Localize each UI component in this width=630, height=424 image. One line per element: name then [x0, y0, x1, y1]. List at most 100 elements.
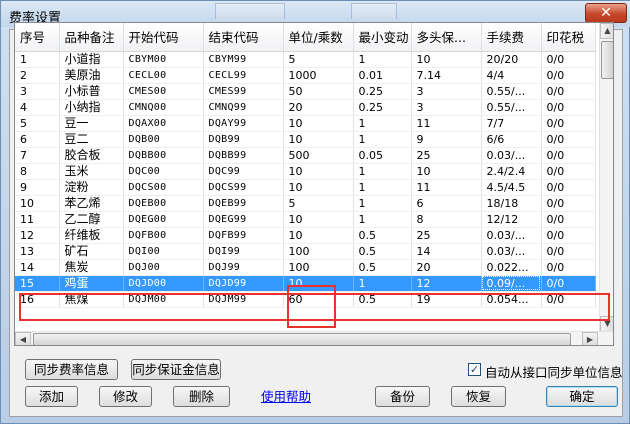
start-code-cell: DQBB00: [123, 147, 204, 164]
table-row[interactable]: 11 乙二醇 DQEG00 DQEG99 10 1 8 12/12 0/0: [15, 211, 596, 228]
commission-cell: 0.55/...: [481, 99, 542, 116]
ok-button[interactable]: 确定: [546, 386, 618, 407]
min-tick-cell: 0.5: [353, 227, 412, 244]
commission-cell: 0.55/...: [481, 83, 542, 100]
unit-multiplier-cell: 10: [283, 227, 354, 244]
stamp-tax-cell: 0/0: [541, 163, 596, 180]
delete-button[interactable]: 删除: [173, 386, 230, 407]
row-index-cell: 6: [15, 131, 60, 148]
close-button[interactable]: ✕: [585, 3, 627, 23]
min-tick-cell: 1: [353, 51, 412, 68]
end-code-cell: DQJ99: [203, 259, 284, 276]
scroll-up-icon[interactable]: ▲: [600, 23, 613, 39]
commission-cell: 6/6: [481, 131, 542, 148]
variety-name-cell: 胶合板: [59, 147, 124, 164]
table-row[interactable]: 10 苯乙烯 DQEB00 DQEB99 5 1 6 18/18 0/0: [15, 195, 596, 212]
variety-name-cell: 玉米: [59, 163, 124, 180]
vertical-scrollbar[interactable]: ▲ ▼: [599, 23, 613, 332]
commission-cell: 0.09/...: [481, 275, 542, 292]
table-header: 序号 品种备注 开始代码 结束代码 单位/乘数 最小变动 多头保... 手续费 …: [15, 23, 596, 52]
scroll-right-icon[interactable]: ▶: [582, 332, 598, 345]
start-code-cell: DQAX00: [123, 115, 204, 132]
start-code-cell: CBYM00: [123, 51, 204, 68]
table-row[interactable]: 1 小道指 CBYM00 CBYM99 5 1 10 20/20 0/0: [15, 51, 596, 68]
column-header[interactable]: 开始代码: [123, 23, 204, 52]
vertical-scroll-thumb[interactable]: [601, 41, 613, 79]
column-header[interactable]: 序号: [15, 23, 60, 52]
horizontal-scrollbar[interactable]: ◀ ▶: [15, 331, 613, 345]
sync-margin-button[interactable]: 同步保证金信息: [131, 359, 221, 380]
background-tab: [351, 3, 397, 19]
horizontal-scroll-thumb[interactable]: [33, 333, 571, 345]
highlight-cell-annotation: [287, 285, 336, 328]
row-index-cell: 14: [15, 259, 60, 276]
variety-name-cell: 小纳指: [59, 99, 124, 116]
long-margin-cell: 10: [411, 51, 482, 68]
column-header[interactable]: 多头保...: [411, 23, 482, 52]
table-row[interactable]: 13 矿石 DQI00 DQI99 100 0.5 14 0.03/... 0/0: [15, 243, 596, 260]
unit-multiplier-cell: 5: [283, 51, 354, 68]
end-code-cell: DQEB99: [203, 195, 284, 212]
column-header[interactable]: 手续费: [481, 23, 542, 52]
min-tick-cell: 0.25: [353, 99, 412, 116]
variety-name-cell: 焦炭: [59, 259, 124, 276]
auto-sync-label: 自动从接口同步单位信息: [485, 365, 623, 380]
unit-multiplier-cell: 50: [283, 83, 354, 100]
modify-button[interactable]: 修改: [99, 386, 152, 407]
variety-name-cell: 淀粉: [59, 179, 124, 196]
end-code-cell: DQCS99: [203, 179, 284, 196]
restore-button[interactable]: 恢复: [451, 386, 506, 407]
start-code-cell: DQFB00: [123, 227, 204, 244]
end-code-cell: DQEG99: [203, 211, 284, 228]
table-row[interactable]: 4 小纳指 CMNQ00 CMNQ99 20 0.25 3 0.55/... 0/0: [15, 99, 596, 116]
table-row[interactable]: 5 豆一 DQAX00 DQAY99 10 1 11 7/7 0/0: [15, 115, 596, 132]
table-row[interactable]: 2 美原油 CECL00 CECL99 1000 0.01 7.14 4/4 0/0: [15, 67, 596, 84]
long-margin-cell: 6: [411, 195, 482, 212]
variety-name-cell: 纤维板: [59, 227, 124, 244]
min-tick-cell: 1: [353, 195, 412, 212]
column-header[interactable]: 结束代码: [203, 23, 284, 52]
unit-multiplier-cell: 100: [283, 243, 354, 260]
sync-rate-button[interactable]: 同步费率信息: [25, 359, 118, 380]
column-header[interactable]: 印花税: [541, 23, 596, 52]
end-code-cell: DQBB99: [203, 147, 284, 164]
unit-multiplier-cell: 100: [283, 259, 354, 276]
scroll-left-icon[interactable]: ◀: [15, 332, 31, 345]
table-row[interactable]: 3 小标普 CMES00 CMES99 50 0.25 3 0.55/... 0/0: [15, 83, 596, 100]
row-index-cell: 12: [15, 227, 60, 244]
add-button[interactable]: 添加: [25, 386, 78, 407]
column-header[interactable]: 最小变动: [353, 23, 412, 52]
row-index-cell: 4: [15, 99, 60, 116]
end-code-cell: CMES99: [203, 83, 284, 100]
table-row[interactable]: 12 纤维板 DQFB00 DQFB99 10 0.5 25 0.03/... 0/0: [15, 227, 596, 244]
row-index-cell: 8: [15, 163, 60, 180]
end-code-cell: DQAY99: [203, 115, 284, 132]
table-row[interactable]: 8 玉米 DQC00 DQC99 10 1 10 2.4/2.4 0/0: [15, 163, 596, 180]
column-header[interactable]: 单位/乘数: [283, 23, 354, 52]
table-row[interactable]: 9 淀粉 DQCS00 DQCS99 10 1 11 4.5/4.5 0/0: [15, 179, 596, 196]
column-header[interactable]: 品种备注: [59, 23, 124, 52]
stamp-tax-cell: 0/0: [541, 67, 596, 84]
row-index-cell: 5: [15, 115, 60, 132]
table-row[interactable]: 6 豆二 DQB00 DQB99 10 1 9 6/6 0/0: [15, 131, 596, 148]
min-tick-cell: 1: [353, 275, 412, 292]
table-row[interactable]: 7 胶合板 DQBB00 DQBB99 500 0.05 25 0.03/... 0/0: [15, 147, 596, 164]
auto-sync-checkbox[interactable]: ✓: [468, 363, 481, 376]
backup-button[interactable]: 备份: [375, 386, 430, 407]
min-tick-cell: 0.05: [353, 147, 412, 164]
min-tick-cell: 1: [353, 179, 412, 196]
commission-cell: 18/18: [481, 195, 542, 212]
stamp-tax-cell: 0/0: [541, 83, 596, 100]
row-index-cell: 10: [15, 195, 60, 212]
unit-multiplier-cell: 10: [283, 115, 354, 132]
unit-multiplier-cell: 20: [283, 99, 354, 116]
long-margin-cell: 8: [411, 211, 482, 228]
table-row[interactable]: 14 焦炭 DQJ00 DQJ99 100 0.5 20 0.022... 0/0: [15, 259, 596, 276]
min-tick-cell: 0.25: [353, 83, 412, 100]
long-margin-cell: 11: [411, 115, 482, 132]
help-link[interactable]: 使用帮助: [261, 386, 311, 405]
start-code-cell: CECL00: [123, 67, 204, 84]
stamp-tax-cell: 0/0: [541, 275, 596, 292]
start-code-cell: CMNQ00: [123, 99, 204, 116]
variety-name-cell: 小道指: [59, 51, 124, 68]
